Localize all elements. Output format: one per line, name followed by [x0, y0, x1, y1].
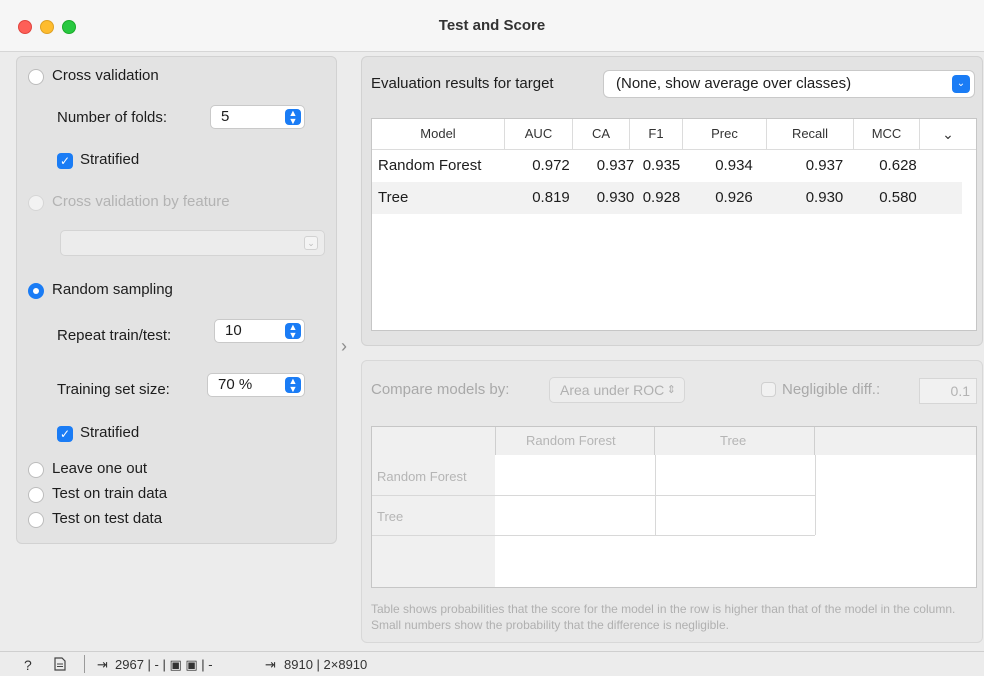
input-summary: 2967 | - | ▣ ▣ | -	[115, 657, 213, 673]
compare-models-label: Compare models by:	[371, 381, 510, 398]
updown-chevron-icon: ⇕	[666, 384, 676, 396]
status-divider	[84, 655, 85, 673]
chevron-right-icon[interactable]: ›	[341, 336, 347, 357]
results-table: Model AUC CA F1 Prec Recall MCC ⌄ Random…	[371, 118, 977, 331]
number-of-folds-label: Number of folds:	[57, 109, 168, 126]
comparison-table: Random Forest Tree Random Forest Tree	[371, 426, 977, 588]
table-icon: ▣ ▣	[169, 657, 198, 672]
status-bar: ? ⇥ 2967 | - | ▣ ▣ | - ⇥ 8910 | 2×8910	[0, 651, 984, 676]
column-header-prec[interactable]: Prec	[683, 119, 767, 150]
test-on-test-radio[interactable]	[28, 512, 44, 528]
column-menu-chevron-icon[interactable]: ⌄	[920, 119, 976, 150]
target-select-value: (None, show average over classes)	[616, 75, 852, 92]
help-icon[interactable]: ?	[24, 657, 32, 673]
cell-auc: 0.819	[532, 189, 570, 206]
row-divider	[372, 495, 815, 496]
column-header-auc[interactable]: AUC	[505, 119, 573, 150]
leave-one-out-label[interactable]: Leave one out	[52, 460, 147, 477]
column-divider	[815, 455, 816, 535]
spinner-arrows-icon[interactable]: ▲ ▼	[285, 377, 301, 394]
cell-f1: 0.928	[642, 189, 681, 206]
spinner-arrows-icon[interactable]: ▲ ▼	[285, 109, 301, 126]
title-bar: Test and Score	[0, 0, 984, 52]
compare-metric-select[interactable]: Area under ROC ⇕	[549, 377, 685, 403]
cross-validation-radio[interactable]	[28, 69, 44, 85]
column-divider	[655, 455, 656, 535]
table-row[interactable]: Tree 0.819 0.930 0.928 0.926 0.930 0.580	[372, 182, 962, 214]
test-on-train-label[interactable]: Test on train data	[52, 485, 167, 502]
comparison-table-body	[495, 455, 976, 587]
row-header-tree: Tree	[377, 509, 404, 524]
number-of-folds-spinner[interactable]: 5 ▲ ▼	[210, 105, 305, 129]
cross-validation-label[interactable]: Cross validation	[52, 67, 159, 84]
repeat-train-test-value: 10	[225, 322, 242, 339]
column-header-recall[interactable]: Recall	[767, 119, 854, 150]
repeat-train-test-label: Repeat train/test:	[57, 327, 172, 344]
row-header-random-forest: Random Forest	[377, 469, 467, 484]
cell-model: Tree	[378, 189, 409, 206]
leave-one-out-radio[interactable]	[28, 462, 44, 478]
column-header-random-forest: Random Forest	[495, 427, 655, 455]
negligible-diff-checkbox[interactable]	[761, 382, 776, 397]
rs-stratified-checkbox[interactable]: ✓	[57, 426, 73, 442]
repeat-train-test-spinner[interactable]: 10 ▲ ▼	[214, 319, 305, 343]
output-icon: ⇥	[265, 657, 276, 672]
training-set-size-label: Training set size:	[57, 381, 170, 398]
cell-model: Random Forest	[378, 157, 482, 174]
table-row[interactable]: Random Forest 0.972 0.937 0.935 0.934 0.…	[372, 150, 962, 182]
window-title: Test and Score	[438, 17, 546, 34]
column-header-random-forest-label: Random Forest	[526, 433, 616, 448]
cv-stratified-checkbox[interactable]: ✓	[57, 153, 73, 169]
column-header-model[interactable]: Model	[372, 119, 505, 150]
training-set-size-value: 70 %	[218, 376, 253, 393]
target-select[interactable]: (None, show average over classes) ⌄	[603, 70, 975, 98]
column-header-tree: Tree	[655, 427, 815, 455]
cv-by-feature-label[interactable]: Cross validation by feature	[52, 193, 230, 210]
column-header-f1[interactable]: F1	[630, 119, 683, 150]
test-on-train-radio[interactable]	[28, 487, 44, 503]
cv-by-feature-radio[interactable]	[28, 195, 44, 211]
random-sampling-radio[interactable]	[28, 283, 44, 299]
chevron-down-icon: ⌄	[304, 236, 318, 250]
cell-prec: 0.934	[715, 157, 753, 174]
cv-stratified-label[interactable]: Stratified	[80, 151, 139, 168]
spinner-arrows-icon[interactable]: ▲ ▼	[285, 323, 301, 340]
cell-recall: 0.930	[805, 189, 844, 206]
input-summary-text: 2967 | - |	[115, 657, 170, 672]
comparison-footnote: Table shows probabilities that the score…	[371, 602, 956, 632]
input-icon: ⇥	[97, 657, 108, 672]
training-set-size-spinner[interactable]: 70 % ▲ ▼	[207, 373, 305, 397]
column-header-ca[interactable]: CA	[573, 119, 630, 150]
cell-recall: 0.937	[805, 157, 844, 174]
number-of-folds-value: 5	[221, 108, 230, 125]
cell-mcc: 0.628	[879, 157, 917, 174]
column-header-tree-label: Tree	[720, 433, 747, 448]
row-divider	[372, 535, 815, 536]
cell-auc: 0.972	[532, 157, 570, 174]
negligible-diff-input[interactable]: 0.1	[919, 378, 977, 404]
input-summary-tail: | -	[197, 657, 213, 672]
feature-select[interactable]: ⌄	[60, 230, 325, 256]
cell-mcc: 0.580	[879, 189, 917, 206]
test-on-test-label[interactable]: Test on test data	[52, 510, 162, 527]
column-header-mcc[interactable]: MCC	[854, 119, 920, 150]
report-icon[interactable]	[54, 657, 66, 674]
rs-stratified-label[interactable]: Stratified	[80, 424, 139, 441]
chevron-down-icon[interactable]: ⌄	[952, 75, 970, 93]
compare-metric-value: Area under ROC	[560, 382, 665, 398]
target-label: Evaluation results for target	[371, 75, 554, 92]
cell-prec: 0.926	[715, 189, 753, 206]
random-sampling-label[interactable]: Random sampling	[52, 281, 173, 298]
output-summary: 8910 | 2×8910	[284, 657, 368, 672]
negligible-diff-label[interactable]: Negligible diff.:	[782, 381, 880, 398]
cell-f1: 0.935	[642, 157, 681, 174]
